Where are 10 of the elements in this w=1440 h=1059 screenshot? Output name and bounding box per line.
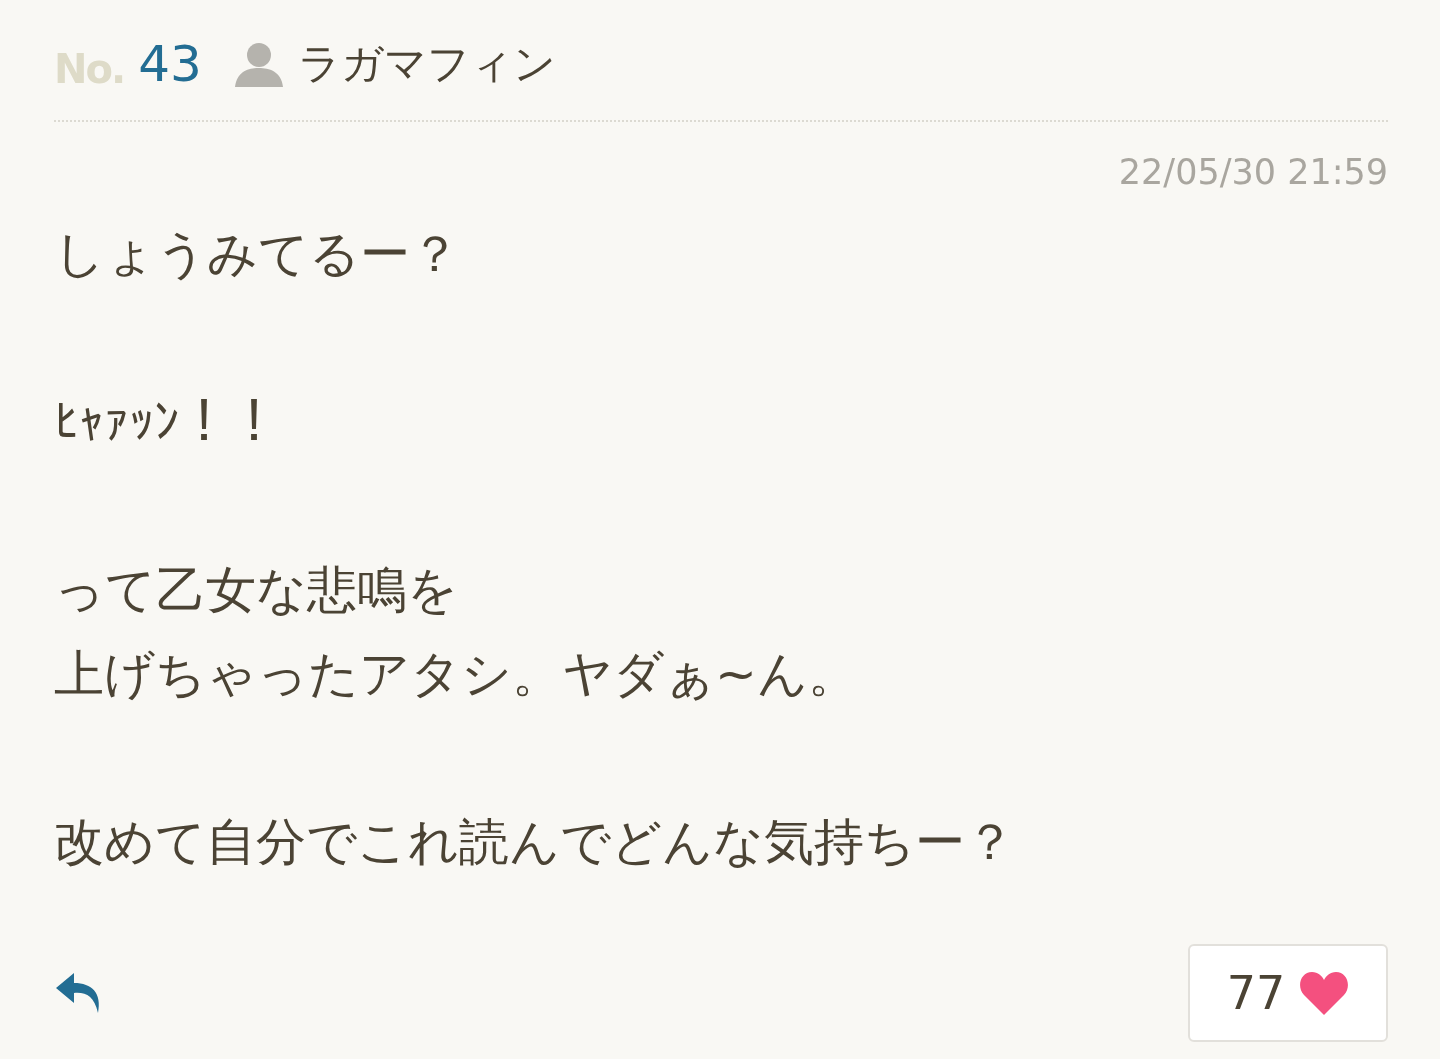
post-paragraph: 改めて自分でこれ読んでどんな気持ちー？ — [54, 812, 1016, 873]
heart-icon — [1299, 971, 1350, 1015]
post-paragraph: って乙女な悲鳴を 上げちゃったアタシ。ヤダぁ~ん。 — [54, 560, 859, 705]
post-number: 43 — [138, 35, 202, 93]
user-icon — [233, 41, 284, 87]
post-paragraph: しょうみてるー？ — [54, 224, 461, 285]
post-paragraph: ﾋｬｧｯﾝ！！ — [54, 392, 280, 453]
author-name[interactable]: ラガマフィン — [297, 36, 556, 92]
like-button[interactable]: 77 — [1188, 944, 1388, 1042]
post-date: 22/05/30 21:59 — [1118, 152, 1388, 192]
